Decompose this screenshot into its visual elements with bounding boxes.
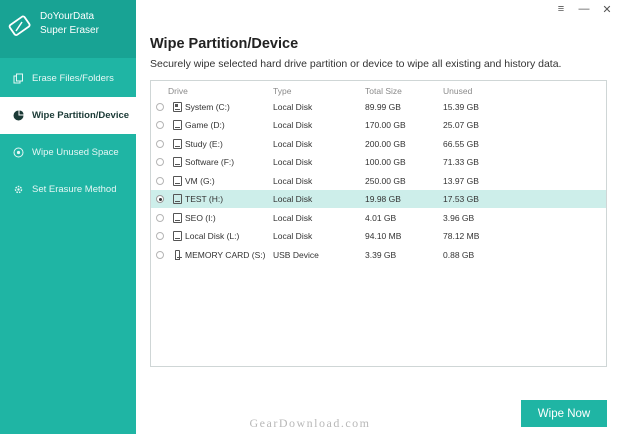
row-radio[interactable] xyxy=(156,140,164,148)
column-header-unused[interactable]: Unused xyxy=(443,86,472,96)
row-radio[interactable] xyxy=(156,158,164,166)
menu-icon[interactable]: ≡ xyxy=(554,3,568,15)
drive-icon xyxy=(173,194,182,204)
drive-unused: 15.39 GB xyxy=(443,102,479,112)
disk-icon xyxy=(12,147,24,159)
table-row-selected[interactable]: TEST (H:) Local Disk 19.98 GB 17.53 GB xyxy=(151,190,606,208)
drive-name: Study (E:) xyxy=(185,139,223,149)
sidebar-nav: Erase Files/Folders Wipe Partition/Devic… xyxy=(0,60,136,208)
row-radio[interactable] xyxy=(156,121,164,129)
drive-name: MEMORY CARD (S:) xyxy=(185,250,266,260)
drive-name: Software (F:) xyxy=(185,157,235,167)
drive-unused: 66.55 GB xyxy=(443,139,479,149)
sidebar-item-label: Wipe Unused Space xyxy=(32,147,119,158)
row-radio[interactable] xyxy=(156,177,164,185)
table-row[interactable]: SEO (I:) Local Disk 4.01 GB 3.96 GB xyxy=(151,209,606,227)
minimize-icon[interactable]: — xyxy=(577,3,591,15)
sidebar-item-label: Set Erasure Method xyxy=(32,184,117,195)
row-radio[interactable] xyxy=(156,232,164,240)
sidebar-item-erasure-method[interactable]: Set Erasure Method xyxy=(0,171,136,208)
drive-total-size: 94.10 MB xyxy=(365,231,402,241)
drive-icon xyxy=(173,120,182,130)
app-name-line2: Super Eraser xyxy=(40,25,99,36)
drive-icon xyxy=(173,176,182,186)
drive-total-size: 200.00 GB xyxy=(365,139,406,149)
table-row[interactable]: Software (F:) Local Disk 100.00 GB 71.33… xyxy=(151,153,606,171)
drive-type: Local Disk xyxy=(273,194,313,204)
drive-total-size: 170.00 GB xyxy=(365,120,406,130)
table-row[interactable]: System (C:) Local Disk 89.99 GB 15.39 GB xyxy=(151,98,606,116)
table-row[interactable]: MEMORY CARD (S:) USB Device 3.39 GB 0.88… xyxy=(151,246,606,264)
table-row[interactable]: VM (G:) Local Disk 250.00 GB 13.97 GB xyxy=(151,172,606,190)
column-header-drive[interactable]: Drive xyxy=(168,86,188,96)
drive-name: VM (G:) xyxy=(185,176,215,186)
drive-unused: 78.12 MB xyxy=(443,231,480,241)
column-header-type[interactable]: Type xyxy=(273,86,291,96)
drive-name: SEO (I:) xyxy=(185,213,216,223)
page-subtitle: Securely wipe selected hard drive partit… xyxy=(150,58,562,70)
app-name-line1: DoYourData xyxy=(40,11,95,22)
close-icon[interactable]: ✕ xyxy=(600,3,614,16)
drive-total-size: 250.00 GB xyxy=(365,176,406,186)
drive-name: TEST (H:) xyxy=(185,194,224,204)
drive-total-size: 89.99 GB xyxy=(365,102,401,112)
drive-unused: 25.07 GB xyxy=(443,120,479,130)
system-drive-icon xyxy=(173,102,182,112)
drive-total-size: 19.98 GB xyxy=(365,194,401,204)
sidebar-item-label: Erase Files/Folders xyxy=(32,73,114,84)
table-row[interactable]: Study (E:) Local Disk 200.00 GB 66.55 GB xyxy=(151,135,606,153)
drive-icon xyxy=(173,139,182,149)
window-controls: ≡ — ✕ xyxy=(554,3,614,16)
drive-total-size: 100.00 GB xyxy=(365,157,406,167)
column-header-total-size[interactable]: Total Size xyxy=(365,86,402,96)
drive-unused: 0.88 GB xyxy=(443,250,475,260)
page-title: Wipe Partition/Device xyxy=(150,36,299,52)
drive-unused: 17.53 GB xyxy=(443,194,479,204)
drive-icon xyxy=(173,231,182,241)
drive-unused: 13.97 GB xyxy=(443,176,479,186)
brand-header: DoYourData Super Eraser xyxy=(0,0,136,58)
drive-type: Local Disk xyxy=(273,139,313,149)
drive-type: USB Device xyxy=(273,250,319,260)
gear-icon xyxy=(12,184,24,196)
watermark: GearDownload.com xyxy=(249,416,371,430)
row-radio[interactable] xyxy=(156,251,164,259)
row-radio[interactable] xyxy=(156,103,164,111)
drive-name: System (C:) xyxy=(185,102,230,112)
table-row[interactable]: Game (D:) Local Disk 170.00 GB 25.07 GB xyxy=(151,116,606,134)
drive-type: Local Disk xyxy=(273,176,313,186)
drive-type: Local Disk xyxy=(273,231,313,241)
drive-type: Local Disk xyxy=(273,102,313,112)
drive-unused: 71.33 GB xyxy=(443,157,479,167)
drive-type: Local Disk xyxy=(273,120,313,130)
sidebar-item-erase-files[interactable]: Erase Files/Folders xyxy=(0,60,136,97)
drive-type: Local Disk xyxy=(273,213,313,223)
drive-name: Local Disk (L:) xyxy=(185,231,240,241)
drive-name: Game (D:) xyxy=(185,120,225,130)
table-row[interactable]: Local Disk (L:) Local Disk 94.10 MB 78.1… xyxy=(151,227,606,245)
eraser-logo-icon xyxy=(8,15,31,36)
drive-icon xyxy=(173,157,182,167)
sidebar-item-label: Wipe Partition/Device xyxy=(32,110,130,121)
drive-type: Local Disk xyxy=(273,157,313,167)
partition-table: Drive Type Total Size Unused System (C:)… xyxy=(150,80,607,367)
pie-icon xyxy=(12,110,24,122)
sidebar: DoYourData Super Eraser Erase Files/Fold… xyxy=(0,0,136,434)
app-name: DoYourData Super Eraser xyxy=(40,10,99,38)
sidebar-item-wipe-partition[interactable]: Wipe Partition/Device xyxy=(0,97,136,134)
drive-total-size: 4.01 GB xyxy=(365,213,397,223)
row-radio[interactable] xyxy=(156,214,164,222)
files-icon xyxy=(12,73,24,85)
drive-total-size: 3.39 GB xyxy=(365,250,397,260)
usb-drive-icon xyxy=(175,250,182,260)
row-radio-selected[interactable] xyxy=(156,195,164,203)
drive-icon xyxy=(173,213,182,223)
sidebar-item-wipe-unused[interactable]: Wipe Unused Space xyxy=(0,134,136,171)
drive-unused: 3.96 GB xyxy=(443,213,475,223)
